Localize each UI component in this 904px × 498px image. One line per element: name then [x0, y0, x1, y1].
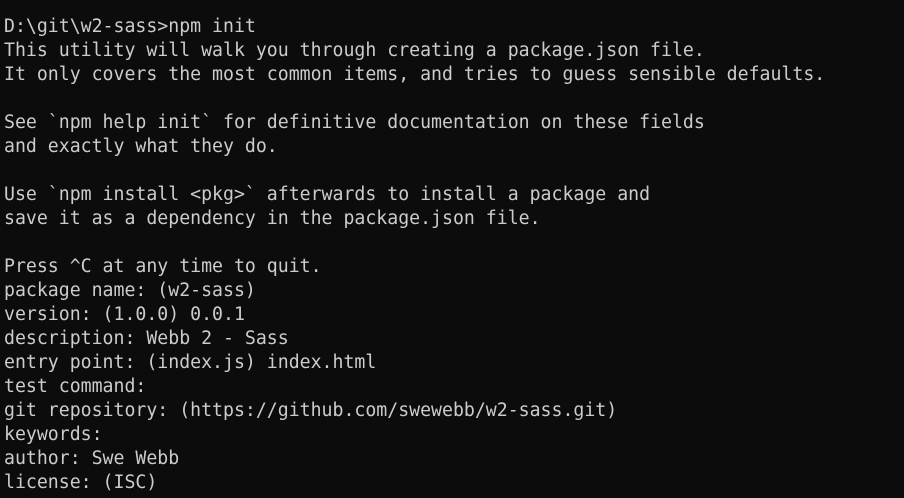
- output-line: This utility will walk you through creat…: [4, 40, 705, 61]
- output-line: and exactly what they do.: [4, 136, 278, 157]
- command-line: D:\git\w2-sass>npm init: [4, 16, 256, 37]
- prompt-git-repository: git repository: (https://github.com/swew…: [4, 400, 618, 421]
- prompt-version: version: (1.0.0) 0.0.1: [4, 304, 245, 325]
- output-line: See `npm help init` for definitive docum…: [4, 112, 705, 133]
- output-line: Use `npm install <pkg>` afterwards to in…: [4, 184, 651, 205]
- prompt-entry-point: entry point: (index.js) index.html: [4, 352, 377, 373]
- prompt-package-name: package name: (w2-sass): [4, 280, 256, 301]
- output-line: It only covers the most common items, an…: [4, 64, 826, 85]
- prompt-license: license: (ISC): [4, 472, 158, 493]
- prompt-author: author: Swe Webb: [4, 448, 180, 469]
- terminal-console[interactable]: D:\git\w2-sass>npm init This utility wil…: [0, 0, 904, 498]
- output-line: save it as a dependency in the package.j…: [4, 208, 541, 229]
- prompt-test-command: test command:: [4, 376, 147, 397]
- output-line: Press ^C at any time to quit.: [4, 256, 322, 277]
- prompt-description: description: Webb 2 - Sass: [4, 328, 289, 349]
- prompt-keywords: keywords:: [4, 424, 103, 445]
